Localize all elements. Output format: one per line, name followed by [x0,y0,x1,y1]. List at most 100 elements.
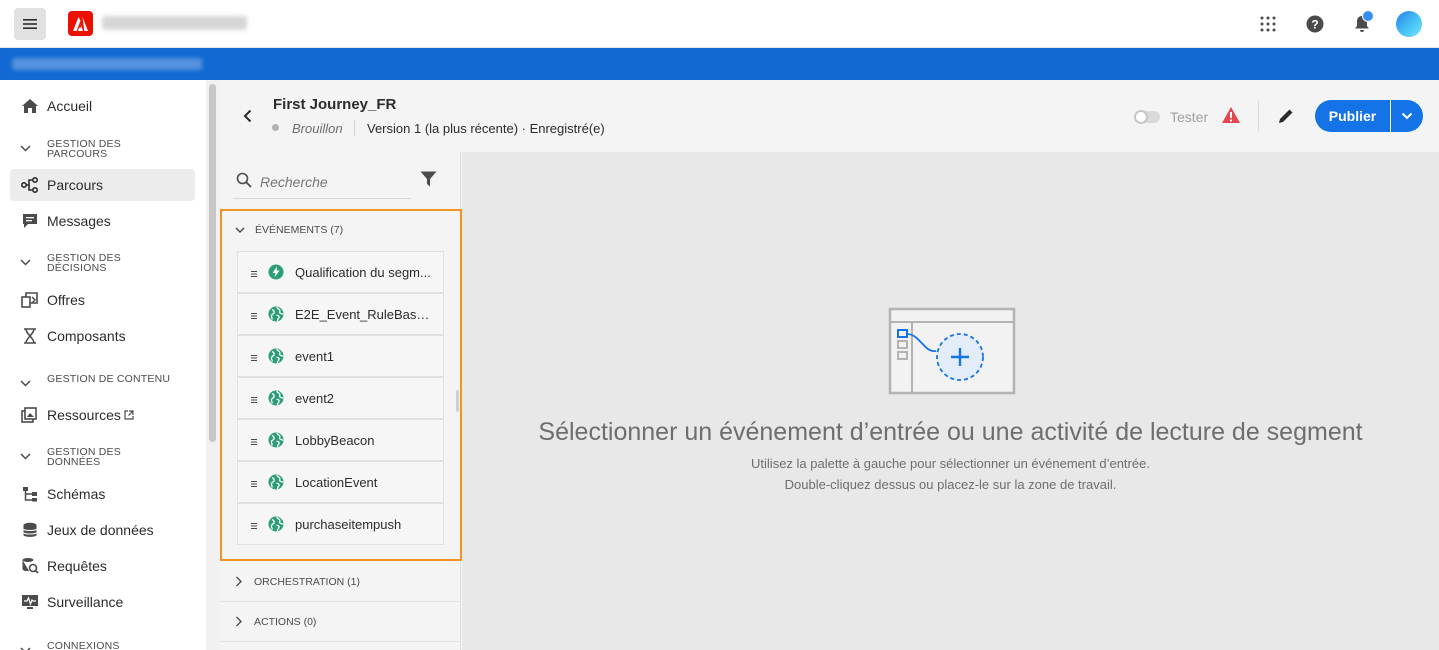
orchestration-section-header[interactable]: ORCHESTRATION (1) [220,562,461,602]
event-item[interactable]: Qualification du segm... [237,251,444,293]
external-link-icon [124,408,134,423]
nav-item-schemas[interactable]: Schémas [10,478,195,510]
schema-icon [20,484,40,504]
event-label: event2 [295,390,335,406]
nav-section-parcours[interactable]: GESTION DES PARCOURS [20,139,121,159]
event-label: Qualification du segm... [295,264,431,280]
components-icon [20,326,40,346]
drag-handle-icon[interactable] [251,265,257,280]
palette-search-input[interactable] [260,174,410,190]
nav-item-ressources[interactable]: Ressources [10,399,195,431]
nav-item-parcours[interactable]: Parcours [10,169,195,201]
monitoring-icon [20,592,40,612]
globe-icon [268,348,284,364]
help-icon[interactable]: ? [1301,10,1329,38]
event-item[interactable]: LobbyBeacon [237,419,444,461]
apps-grid-icon[interactable] [1254,10,1282,38]
canvas-empty-title: Sélectionner un événement d’entrée ou un… [538,418,1363,446]
nav-label: Messages [47,213,111,229]
chevron-right-icon [236,576,242,587]
warning-icon[interactable] [1221,106,1241,124]
divider [1258,101,1259,131]
event-label: E2E_Event_RuleBased... [295,306,435,322]
chevron-down-icon [20,254,32,269]
nav-label: Parcours [47,177,104,193]
nav-label: Jeux de données [47,522,154,538]
chevron-down-icon [235,227,245,233]
events-section-header[interactable]: ÉVÉNEMENTS (7) [235,224,343,236]
event-item[interactable]: E2E_Event_RuleBased... [237,293,444,335]
notifications-icon[interactable] [1348,10,1376,38]
drag-handle-icon[interactable] [251,475,257,490]
journey-version: Version 1 (la plus récente) · Enregistré… [367,121,605,136]
nav-section-decisions[interactable]: GESTION DES DÉCISIONS [20,253,121,273]
nav-item-surveillance[interactable]: Surveillance [10,586,195,618]
offers-icon [20,290,40,310]
drag-handle-icon[interactable] [251,349,257,364]
drag-handle-icon[interactable] [251,433,257,448]
adobe-logo[interactable] [68,11,93,36]
notification-badge [1362,10,1374,22]
drag-handle-icon[interactable] [251,391,257,406]
back-button[interactable] [240,108,256,124]
actions-section-header[interactable]: ACTIONS (0) [220,602,461,642]
orchestration-section-label: ORCHESTRATION (1) [254,575,360,588]
publish-dropdown-button[interactable] [1391,100,1423,132]
chevron-down-icon [20,642,32,650]
section-label: CONNEXIONS [47,640,120,650]
queries-icon [20,556,40,576]
canvas-help-line-1: Utilisez la palette à gauche pour sélect… [751,456,1150,471]
nav-section-contenu[interactable]: GESTION DE CONTENU [20,374,170,390]
search-icon [236,172,252,188]
event-item[interactable]: event1 [237,335,444,377]
nav-item-jeux-de-donnees[interactable]: Jeux de données [10,514,195,546]
event-item[interactable]: LocationEvent [237,461,444,503]
sandbox-bar [0,48,1439,80]
section-label: DONNÉES [47,456,101,468]
events-section-label: ÉVÉNEMENTS (7) [255,224,344,236]
nav-item-offres[interactable]: Offres [10,284,195,316]
nav-item-messages[interactable]: Messages [10,205,195,237]
app-name-blurred [102,16,247,30]
nav-label: Schémas [47,486,106,502]
nav-section-connexions[interactable]: CONNEXIONS [20,641,120,650]
message-icon [20,211,40,231]
globe-icon [268,474,284,490]
globe-icon [268,432,284,448]
canvas-help-line-2: Double-cliquez dessus ou placez-le sur l… [784,477,1117,492]
nav-section-donnees[interactable]: GESTION DES DONNÉES [20,447,121,467]
nav-item-composants[interactable]: Composants [10,320,195,352]
event-label: LocationEvent [295,474,378,490]
event-item[interactable]: purchaseitempush [237,503,444,545]
journey-canvas[interactable] [462,152,1439,650]
nav-label: Requêtes [47,558,107,574]
menu-icon [23,19,37,29]
drag-handle-icon[interactable] [251,307,257,322]
edit-icon[interactable] [1277,107,1295,125]
globe-icon [268,390,284,406]
test-toggle[interactable] [1134,110,1160,124]
event-label: purchaseitempush [295,516,402,532]
chevron-down-icon [1401,112,1413,120]
lightning-icon [268,264,284,280]
nav-label: Composants [47,328,126,344]
globe-icon [268,516,284,532]
user-avatar[interactable] [1395,10,1423,38]
event-item[interactable]: event2 [237,377,444,419]
sandbox-switcher-blurred[interactable] [12,58,202,70]
menu-button[interactable] [14,8,46,40]
drag-handle-icon[interactable] [251,517,257,532]
chevron-down-icon [20,140,32,155]
journey-status: Brouillon [292,121,343,136]
journey-icon [20,175,40,195]
nav-item-requetes[interactable]: Requêtes [10,550,195,582]
toggle-knob [1134,110,1148,124]
panel-resize-handle[interactable] [456,390,459,412]
event-label: event1 [295,348,335,364]
top-header: ? [0,0,1439,48]
assets-icon [20,405,40,425]
nav-scrollbar-thumb[interactable] [209,84,216,442]
filter-icon[interactable] [420,171,437,187]
publish-button[interactable]: Publier [1315,100,1390,132]
nav-item-accueil[interactable]: Accueil [10,90,195,122]
